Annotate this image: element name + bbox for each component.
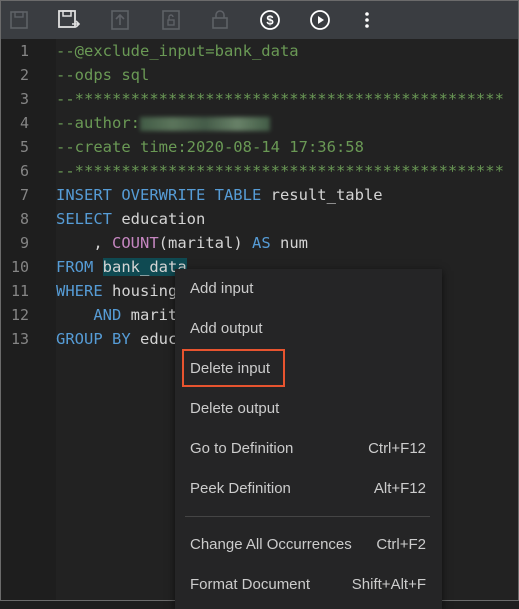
menu-item-format-document[interactable]: Format Document Shift+Alt+F — [175, 565, 442, 605]
code-text: , — [56, 234, 112, 252]
menu-item-label: Peek Definition — [190, 480, 291, 497]
toolbar: $ — [1, 1, 518, 39]
line-number: 12 — [10, 306, 29, 324]
menu-item-label: Add output — [190, 320, 263, 337]
cost-estimate-icon[interactable]: $ — [257, 7, 283, 33]
code-line: INSERT OVERWRITE TABLE result_table — [56, 183, 383, 207]
code-line: --author: — [56, 111, 270, 135]
line-number-gutter: 1 2 3 4 5 6 7 8 9 10 11 12 13 — [1, 39, 56, 600]
code-line: , COUNT(marital) AS num — [56, 231, 308, 255]
line-number: 9 — [19, 234, 29, 252]
keyword: WHERE — [56, 282, 103, 300]
identifier: result_table — [261, 186, 383, 204]
menu-item-shortcut: Shift+Alt+F — [351, 576, 426, 593]
save-as-icon[interactable] — [56, 7, 82, 33]
comment-text: --odps sql — [56, 66, 150, 84]
line-number: 3 — [19, 90, 29, 108]
line-number: 7 — [19, 186, 29, 204]
save-disabled-icon[interactable] — [6, 7, 32, 33]
menu-item-change-all-occurrences[interactable]: Change All Occurrences Ctrl+F2 — [175, 525, 442, 565]
identifier: education — [112, 210, 206, 228]
line-number: 8 — [19, 210, 29, 228]
code-line: --**************************************… — [56, 87, 504, 111]
identifier: num — [270, 234, 308, 252]
menu-item-label: Delete input — [190, 360, 271, 377]
code-line: SELECT education — [56, 207, 205, 231]
menu-item-shortcut: Ctrl+F2 — [376, 536, 426, 553]
keyword: SELECT — [56, 210, 112, 228]
more-icon[interactable] — [354, 7, 380, 33]
menu-item-label: Format Document — [190, 576, 311, 593]
menu-item-label: Add input — [190, 280, 254, 297]
code-line: FROM bank_data — [56, 255, 187, 279]
redacted-author — [140, 116, 270, 131]
menu-item-add-input[interactable]: Add input — [175, 269, 442, 309]
line-number: 13 — [10, 330, 29, 348]
line-number: 6 — [19, 162, 29, 180]
identifier: housing — [102, 282, 178, 300]
menu-item-add-output[interactable]: Add output — [175, 309, 442, 349]
menu-item-delete-output[interactable]: Delete output — [175, 389, 442, 429]
code-line: --odps sql — [56, 63, 149, 87]
line-number: 1 — [19, 42, 29, 60]
upload-icon[interactable] — [107, 7, 133, 33]
menu-item-peek-definition[interactable]: Peek Definition Alt+F12 — [175, 469, 442, 509]
menu-item-shortcut: Ctrl+F12 — [368, 440, 426, 457]
line-number: 4 — [19, 114, 29, 132]
identifier: marit — [121, 306, 178, 324]
menu-item-go-to-definition[interactable]: Go to Definition Ctrl+F12 — [175, 429, 442, 469]
menu-item-label: Change All Occurrences — [190, 536, 352, 553]
svg-text:$: $ — [266, 13, 274, 28]
function-name: COUNT — [112, 234, 159, 252]
run-icon[interactable] — [307, 7, 333, 33]
menu-item-shortcut: Alt+F12 — [373, 480, 426, 497]
line-number: 11 — [10, 282, 29, 300]
menu-separator — [185, 516, 430, 517]
context-menu: Add input Add output Delete input Delete… — [175, 269, 442, 609]
unlock-file-icon[interactable] — [158, 7, 184, 33]
comment-text: --create time:2020-08-14 17:36:58 — [56, 138, 364, 156]
identifier: educ — [130, 330, 178, 348]
code-line: GROUP BY educ — [56, 327, 177, 351]
menu-item-delete-input[interactable]: Delete input — [175, 349, 442, 389]
code-line: WHERE housing — [56, 279, 177, 303]
code-line: --**************************************… — [56, 159, 504, 183]
comment-text: --**************************************… — [56, 162, 504, 180]
code-text: (marital) — [158, 234, 252, 252]
comment-text: --@exclude_input=bank_data — [56, 42, 299, 60]
menu-item-label: Go to Definition — [190, 440, 294, 457]
code-line: AND marit — [56, 303, 177, 327]
line-number: 5 — [19, 138, 29, 156]
keyword: INSERT OVERWRITE TABLE — [56, 186, 262, 204]
lock-icon[interactable] — [207, 7, 233, 33]
keyword: AS — [252, 234, 271, 252]
comment-text: --author: — [56, 114, 140, 132]
comment-text: --**************************************… — [56, 90, 504, 108]
code-line: --@exclude_input=bank_data — [56, 39, 299, 63]
keyword: FROM — [56, 258, 94, 276]
code-line: --create time:2020-08-14 17:36:58 — [56, 135, 364, 159]
keyword: GROUP BY — [56, 330, 131, 348]
keyword: AND — [93, 306, 122, 324]
line-number: 2 — [19, 66, 29, 84]
menu-item-label: Delete output — [190, 400, 280, 417]
line-number: 10 — [10, 258, 29, 276]
